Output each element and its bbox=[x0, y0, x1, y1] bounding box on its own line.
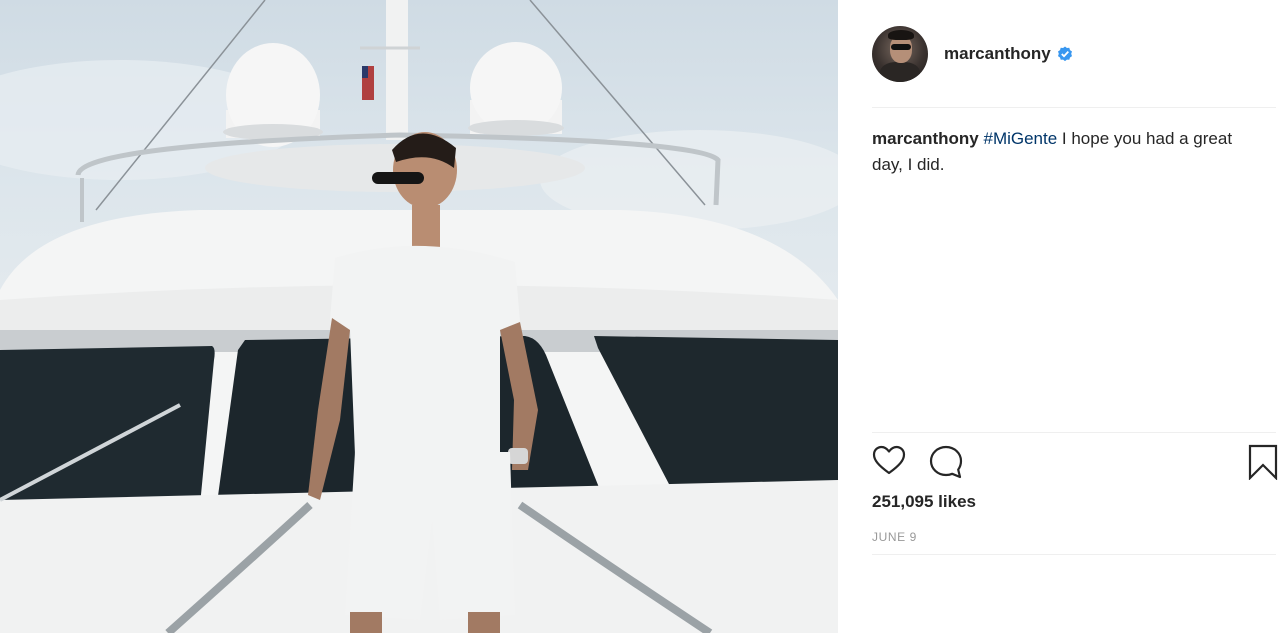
post-date[interactable]: JUNE 9 bbox=[872, 530, 917, 544]
likes-count[interactable]: 251,095 likes bbox=[872, 492, 976, 512]
header-divider bbox=[872, 107, 1276, 108]
post-details-panel: marcanthony marcanthony #MiGente I hope … bbox=[838, 0, 1280, 633]
post-caption: marcanthony #MiGente I hope you had a gr… bbox=[872, 126, 1252, 178]
post-actions bbox=[872, 444, 1280, 483]
footer-divider bbox=[872, 554, 1276, 555]
post-photo[interactable] bbox=[0, 0, 838, 633]
yacht-photo-image bbox=[0, 0, 838, 633]
bookmark-icon bbox=[1248, 444, 1278, 481]
save-button[interactable] bbox=[1248, 444, 1278, 485]
username-link[interactable]: marcanthony bbox=[944, 44, 1051, 64]
hashtag-link[interactable]: #MiGente bbox=[983, 129, 1057, 148]
like-button[interactable] bbox=[872, 444, 906, 483]
comment-bubble-icon bbox=[929, 445, 963, 479]
caption-username-link[interactable]: marcanthony bbox=[872, 129, 979, 148]
heart-icon bbox=[872, 445, 906, 475]
post-header: marcanthony bbox=[872, 24, 1073, 84]
verified-badge-icon bbox=[1057, 46, 1073, 62]
actions-divider bbox=[872, 432, 1276, 433]
comment-button[interactable] bbox=[928, 444, 964, 485]
avatar[interactable] bbox=[872, 26, 928, 82]
